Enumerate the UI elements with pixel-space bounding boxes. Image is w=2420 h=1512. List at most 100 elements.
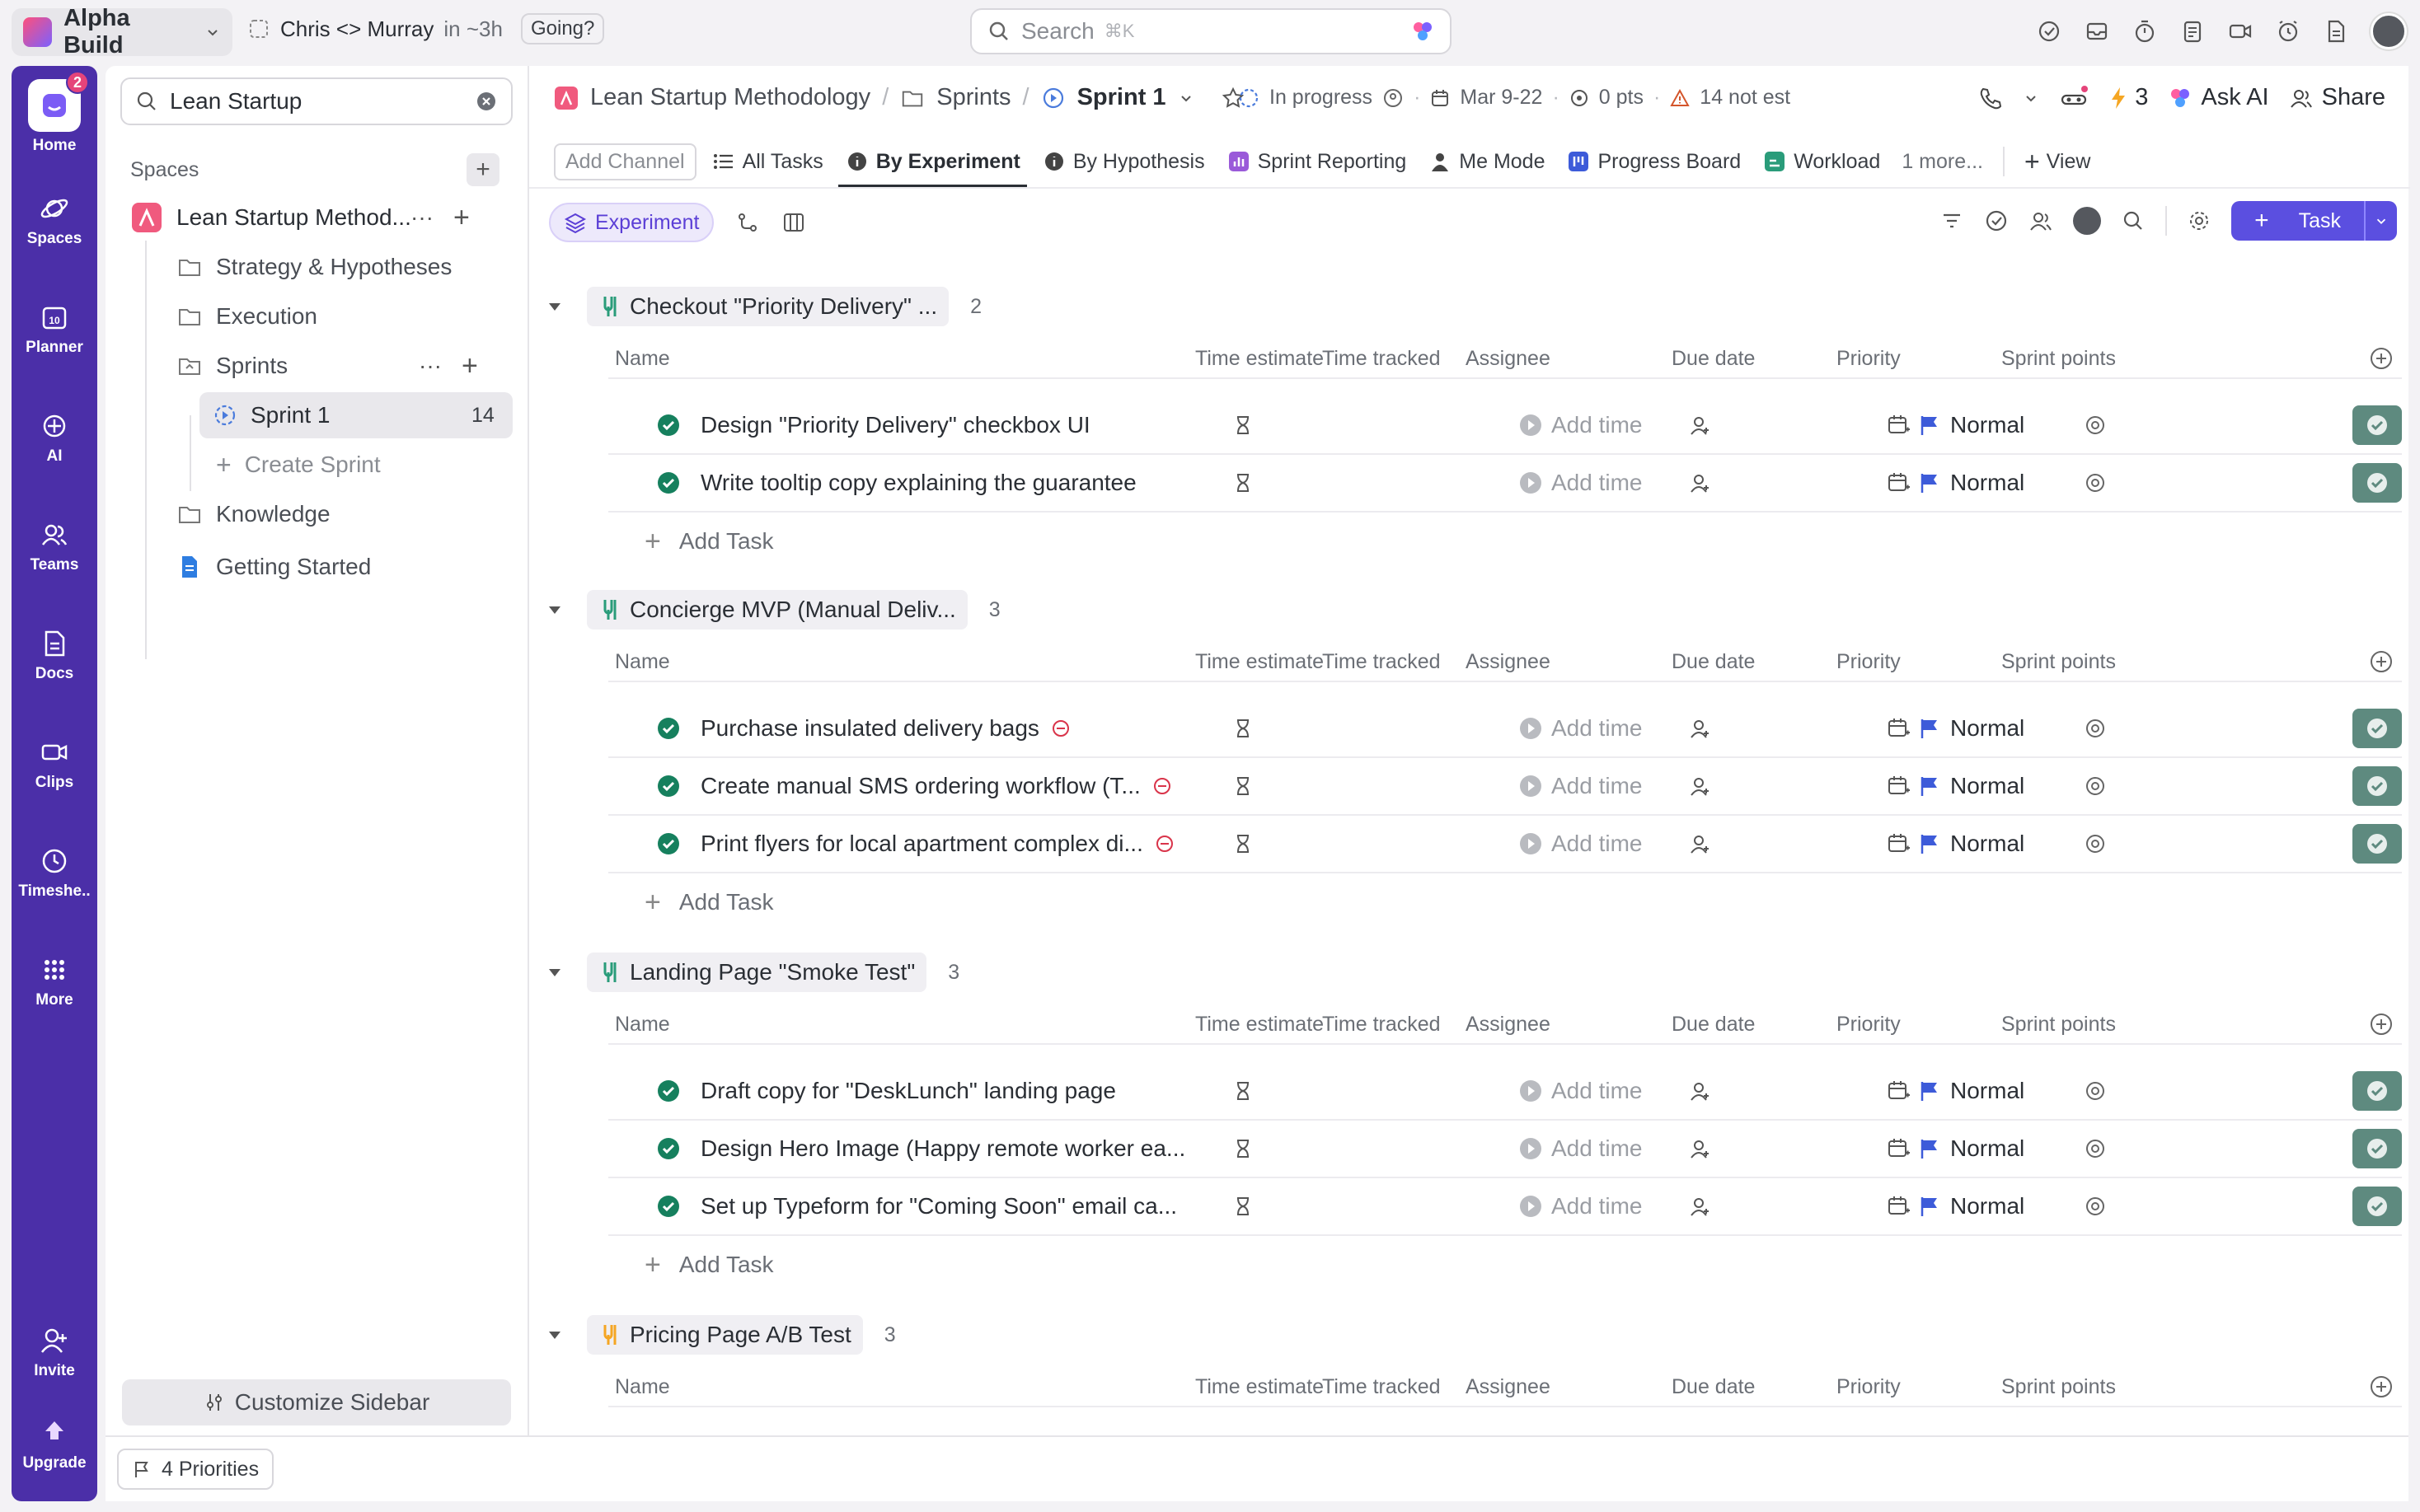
column-header-time-tracked[interactable]: Time tracked: [1322, 1375, 1441, 1399]
rail-ai[interactable]: AI: [12, 405, 97, 466]
add-task-row[interactable]: + Add Task: [608, 513, 774, 570]
settings-gear-icon[interactable]: [2187, 208, 2211, 233]
add-icon[interactable]: +: [462, 350, 478, 382]
sprint-points-icon[interactable]: [2084, 414, 2107, 437]
task-name[interactable]: Design "Priority Delivery" checkbox UI: [701, 412, 1090, 438]
task-row[interactable]: Set up Typeform for "Coming Soon" email …: [608, 1178, 2402, 1236]
row-action-button[interactable]: [2352, 1129, 2402, 1168]
subtasks-icon[interactable]: [735, 210, 760, 235]
column-header-name[interactable]: Name: [615, 347, 670, 371]
rail-upgrade[interactable]: Upgrade: [12, 1412, 97, 1472]
columns-icon[interactable]: [781, 210, 806, 235]
timer-icon[interactable]: [2132, 18, 2158, 44]
hourglass-icon[interactable]: [1231, 1079, 1255, 1102]
breadcrumb-folder[interactable]: Sprints: [936, 84, 1011, 111]
more-dots-icon[interactable]: ···: [419, 353, 442, 379]
me-avatar[interactable]: [2073, 207, 2102, 235]
going-button[interactable]: Going?: [520, 13, 605, 44]
task-row[interactable]: Draft copy for "DeskLunch" landing page A…: [608, 1063, 2402, 1121]
hourglass-icon[interactable]: [1231, 775, 1255, 798]
add-column-icon[interactable]: [2369, 1012, 2394, 1037]
add-time-button[interactable]: Add time: [1518, 470, 1643, 496]
due-date-icon[interactable]: [1886, 470, 1911, 495]
column-header-priority[interactable]: Priority: [1836, 1375, 1901, 1399]
collapse-triangle-icon[interactable]: [546, 297, 564, 316]
status-done-icon[interactable]: [656, 716, 681, 741]
due-date-icon[interactable]: [1886, 1194, 1911, 1219]
hourglass-icon[interactable]: [1231, 471, 1255, 494]
alarm-icon[interactable]: [2275, 18, 2301, 44]
column-header-due-date[interactable]: Due date: [1672, 650, 1755, 674]
global-search[interactable]: Search ⌘K: [970, 8, 1452, 54]
rail-docs[interactable]: Docs: [12, 623, 97, 683]
column-header-sprint-points[interactable]: Sprint points: [2001, 347, 2116, 371]
tab-more[interactable]: 1 more...: [1895, 135, 1990, 188]
group-tag[interactable]: Checkout "Priority Delivery" ...: [587, 287, 950, 326]
tab-workload[interactable]: Workload: [1756, 135, 1887, 188]
task-name[interactable]: Design Hero Image (Happy remote worker e…: [701, 1135, 1185, 1162]
chevron-down-icon[interactable]: [1178, 90, 1194, 106]
priority-cell[interactable]: Normal: [1919, 773, 2024, 799]
breadcrumb-space[interactable]: Lean Startup Methodology: [590, 84, 870, 111]
task-name[interactable]: Print flyers for local apartment complex…: [701, 831, 1143, 857]
column-header-sprint-points[interactable]: Sprint points: [2001, 1375, 2116, 1399]
task-row[interactable]: Write tooltip copy explaining the guaran…: [608, 455, 2402, 513]
due-date-icon[interactable]: [1886, 413, 1911, 438]
column-header-time-tracked[interactable]: Time tracked: [1322, 347, 1441, 371]
search-icon[interactable]: [2121, 208, 2146, 233]
status-done-icon[interactable]: [656, 774, 681, 798]
rail-clips[interactable]: Clips: [12, 732, 97, 792]
task-name[interactable]: Create manual SMS ordering workflow (T..…: [701, 773, 1141, 799]
hourglass-icon[interactable]: [1231, 414, 1255, 437]
add-view-button[interactable]: + View: [2018, 135, 2097, 188]
column-header-name[interactable]: Name: [615, 1013, 670, 1037]
rail-more[interactable]: More: [12, 949, 97, 1009]
assign-user-icon[interactable]: [1688, 471, 1711, 494]
filter-icon[interactable]: [1939, 208, 1964, 233]
task-row[interactable]: Purchase insulated delivery bags Add time…: [608, 700, 2402, 758]
sprint-points-icon[interactable]: [2084, 1195, 2107, 1218]
priority-cell[interactable]: Normal: [1919, 715, 2024, 742]
rail-spaces[interactable]: Spaces: [12, 188, 97, 248]
status-done-icon[interactable]: [656, 1136, 681, 1161]
row-action-button[interactable]: [2352, 766, 2402, 806]
priority-cell[interactable]: Normal: [1919, 1193, 2024, 1219]
breadcrumb-sprint[interactable]: Sprint 1: [1077, 84, 1166, 111]
group-tag[interactable]: Landing Page "Smoke Test": [587, 953, 927, 992]
column-header-name[interactable]: Name: [615, 650, 670, 674]
tab-me-mode[interactable]: Me Mode: [1421, 135, 1551, 188]
row-action-button[interactable]: [2352, 463, 2402, 503]
rail-timesheets[interactable]: Timeshe..: [12, 840, 97, 901]
video-icon[interactable]: [2227, 18, 2254, 44]
check-circle-icon[interactable]: [1984, 208, 2009, 233]
row-action-button[interactable]: [2352, 709, 2402, 748]
add-time-button[interactable]: Add time: [1518, 1078, 1643, 1104]
add-task-dropdown[interactable]: [2364, 201, 2397, 241]
column-header-assignee[interactable]: Assignee: [1466, 1013, 1550, 1037]
more-dots-icon[interactable]: ···: [410, 204, 434, 231]
assign-user-icon[interactable]: [1688, 775, 1711, 798]
hourglass-icon[interactable]: [1231, 1195, 1255, 1218]
chevron-down-icon[interactable]: [2023, 90, 2039, 106]
sprint-points-icon[interactable]: [2084, 832, 2107, 855]
space-item[interactable]: Lean Startup Method... ··· +: [130, 196, 509, 239]
sprint-points-icon[interactable]: [2084, 717, 2107, 740]
clear-search-icon[interactable]: [475, 90, 498, 113]
assign-user-icon[interactable]: [1688, 1137, 1711, 1160]
document-icon[interactable]: [2323, 18, 2349, 44]
add-column-icon[interactable]: [2369, 346, 2394, 371]
group-by-chip[interactable]: Experiment: [549, 203, 715, 242]
column-header-time-estimate[interactable]: Time estimate: [1195, 347, 1324, 371]
sprint-points-icon[interactable]: [2084, 1079, 2107, 1102]
column-header-assignee[interactable]: Assignee: [1466, 1375, 1550, 1399]
rail-planner[interactable]: 10 Planner: [12, 297, 97, 357]
assign-user-icon[interactable]: [1688, 717, 1711, 740]
row-action-button[interactable]: [2352, 1187, 2402, 1226]
add-task-row[interactable]: + Add Task: [608, 1236, 774, 1294]
add-space-button[interactable]: +: [467, 153, 499, 186]
column-header-time-tracked[interactable]: Time tracked: [1322, 1013, 1441, 1037]
due-date-icon[interactable]: [1886, 831, 1911, 856]
rail-home[interactable]: 2 Home: [12, 71, 97, 155]
add-task-button[interactable]: + Task: [2231, 201, 2397, 241]
hourglass-icon[interactable]: [1231, 1137, 1255, 1160]
